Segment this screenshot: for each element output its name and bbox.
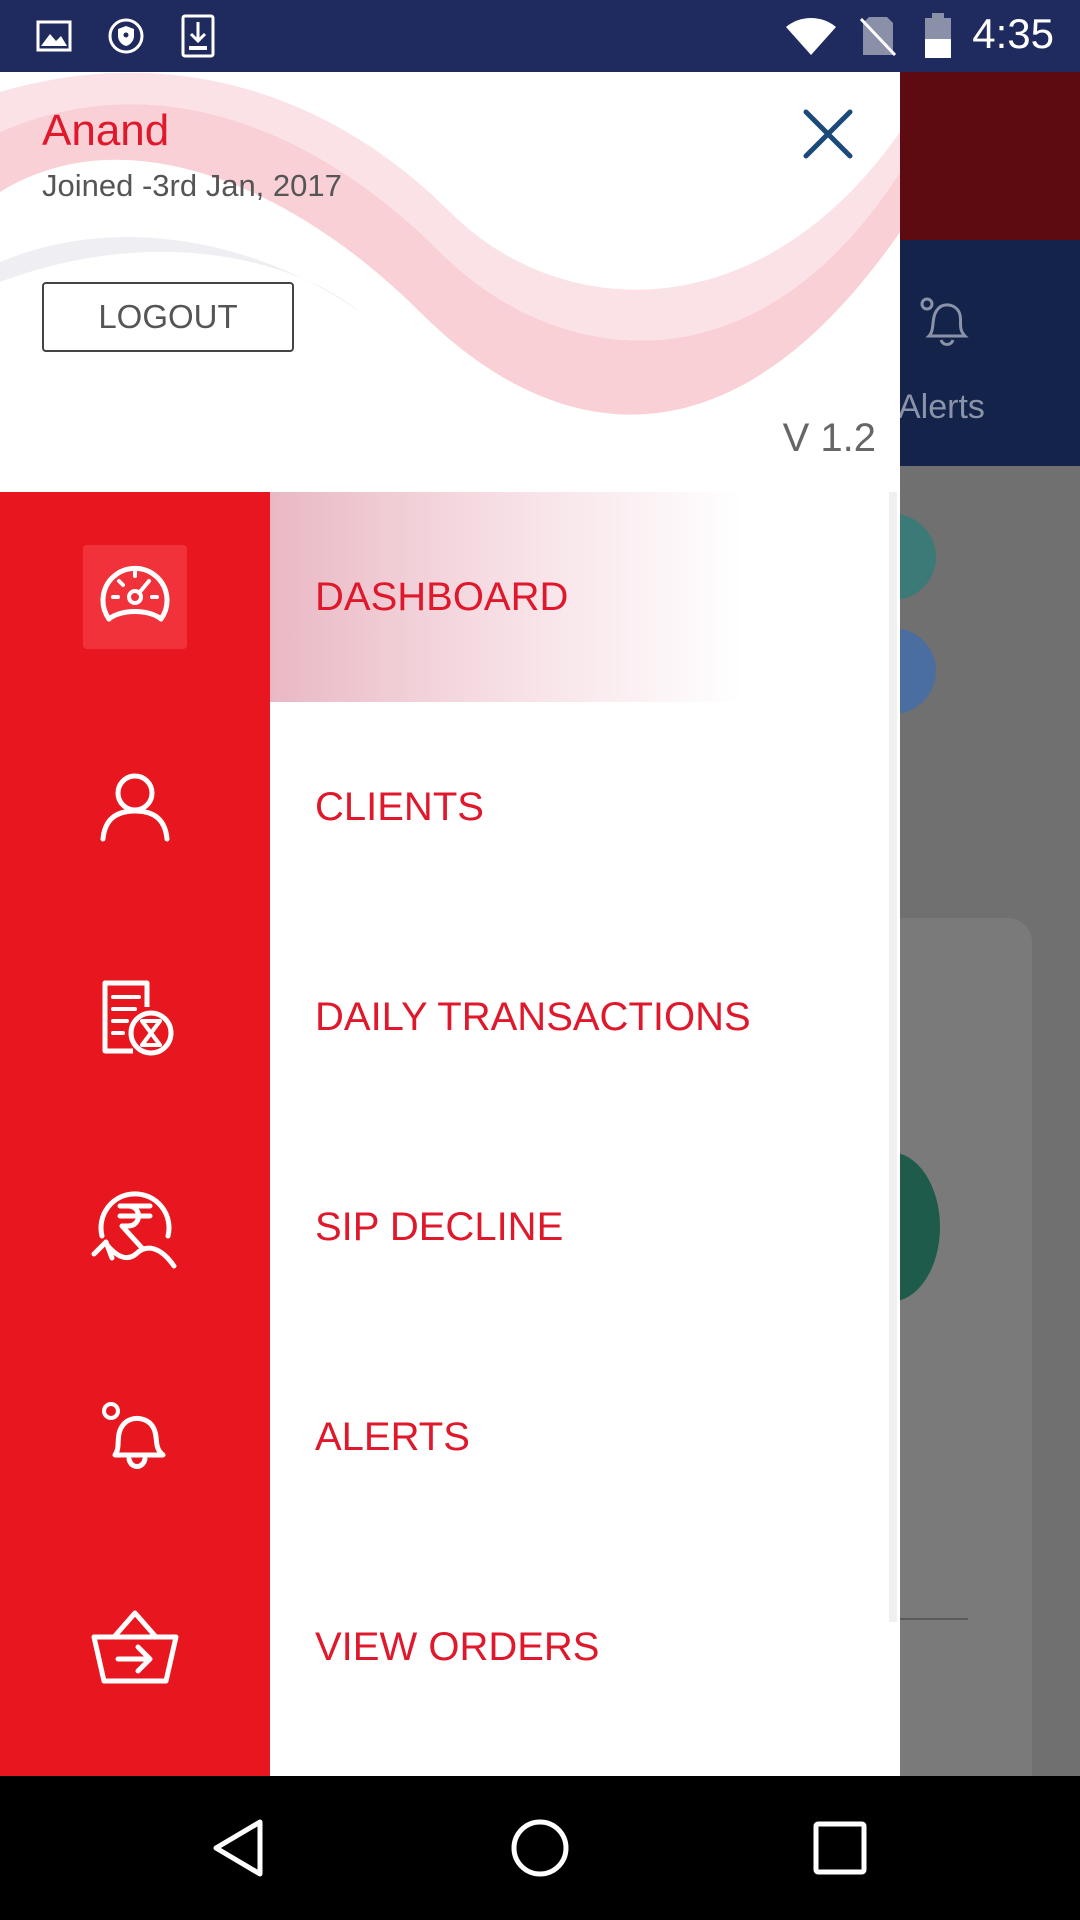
clock: 4:35: [972, 10, 1054, 57]
image-icon: [32, 14, 76, 58]
recents-icon[interactable]: [770, 1776, 910, 1920]
close-icon[interactable]: [796, 102, 860, 166]
navigation-drawer: Anand Joined -3rd Jan, 2017 LOGOUT V 1.2: [0, 72, 900, 1776]
menu-item-daily-transactions[interactable]: DAILY TRANSACTIONS: [0, 912, 900, 1122]
system-nav-bar: [0, 1776, 1080, 1920]
document-hourglass-icon: [102, 980, 174, 1056]
drawer-menu: DASHBOARD CLIENTS DAILY TRANSACTIONS SIP…: [0, 492, 900, 1776]
menu-item-label: SIP DECLINE: [315, 1204, 564, 1249]
menu-item-label: VIEW ORDERS: [315, 1624, 600, 1669]
shield-icon: [104, 14, 148, 58]
user-icon: [100, 773, 170, 842]
user-name: Anand: [42, 106, 170, 155]
menu-item-sip-decline[interactable]: SIP DECLINE: [0, 1122, 900, 1332]
speedometer-icon: [100, 565, 170, 622]
menu-item-label: DAILY TRANSACTIONS: [315, 994, 751, 1039]
background-card: [880, 918, 1032, 1778]
menu-item-view-orders[interactable]: VIEW ORDERS: [0, 1542, 900, 1752]
app-version: V 1.2: [782, 416, 876, 460]
scrollbar[interactable]: [889, 492, 897, 1622]
basket-icon: [91, 1610, 179, 1684]
menu-item-clients[interactable]: CLIENTS: [0, 702, 900, 912]
menu-item-label: CLIENTS: [315, 784, 484, 829]
bell-icon: [102, 1402, 166, 1469]
menu-item-label: ALERTS: [315, 1414, 470, 1459]
background-bell-icon: [915, 292, 975, 352]
home-icon[interactable]: [470, 1776, 610, 1920]
back-icon[interactable]: [170, 1776, 310, 1920]
battery-icon: [916, 13, 960, 58]
background-alerts-label: Alerts: [898, 388, 985, 426]
menu-item-dashboard[interactable]: DASHBOARD: [0, 492, 900, 702]
menu-item-label: DASHBOARD: [315, 574, 569, 619]
rupee-decline-icon: [91, 1191, 177, 1269]
joined-date: Joined -3rd Jan, 2017: [42, 168, 342, 203]
wifi-icon: [784, 14, 838, 58]
menu-item-alerts[interactable]: ALERTS: [0, 1332, 900, 1542]
status-bar: 4:35: [0, 0, 1080, 72]
background-divider: [900, 1618, 968, 1620]
drawer-header: Anand Joined -3rd Jan, 2017 LOGOUT V 1.2: [0, 72, 900, 492]
download-icon: [176, 14, 220, 58]
no-sim-icon: [856, 14, 900, 58]
logout-button[interactable]: LOGOUT: [42, 282, 294, 352]
